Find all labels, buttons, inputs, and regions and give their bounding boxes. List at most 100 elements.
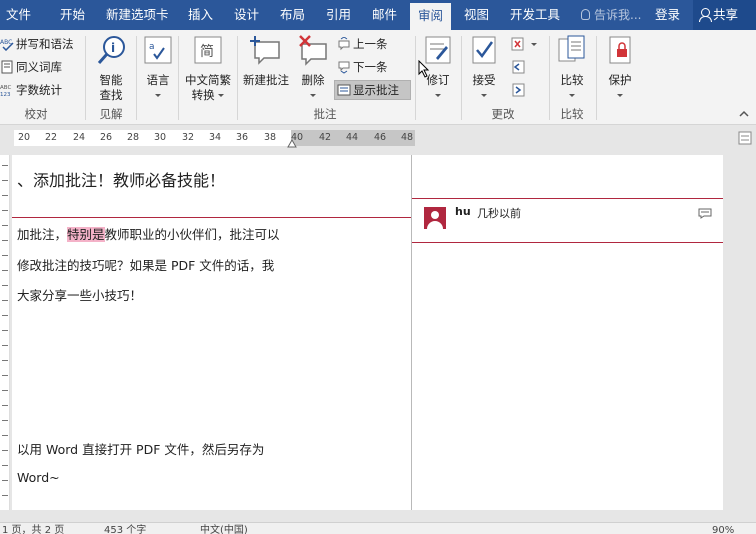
chinese-conversion-label-2: 转换 [191,88,215,102]
login-button[interactable]: 登录 [655,0,680,30]
ruler-number: 30 [153,132,167,143]
thesaurus-button[interactable]: 同义词库 [0,57,62,77]
ruler-number: 42 [318,132,332,143]
delete-comment-icon [299,35,327,66]
group-label-proofing: 校对 [24,107,48,121]
ruler-number: 48 [400,132,414,143]
ruler-number: 20 [17,132,31,143]
group-divider [85,36,86,120]
tab-home[interactable]: 开始 [60,0,85,30]
document-paragraph: 大家分享一些小技巧！ [17,288,143,303]
spelling-grammar-button[interactable]: ABC 拼写和语法 [0,34,74,54]
ruler-number: 44 [345,132,359,143]
ruler-number: 28 [126,132,140,143]
chevron-down-icon [481,94,487,97]
chevron-down-icon[interactable] [531,43,537,46]
chinese-conversion-button[interactable]: 简 中文简繁 转换 [181,34,235,103]
ribbon-review: ABC 拼写和语法 同义词库 ABC 123 字数统计 校对 i 智能 查找 见解 a… [0,30,756,125]
person-icon [699,8,712,22]
tab-layout[interactable]: 布局 [280,0,305,30]
smart-lookup-label-2: 查找 [99,88,123,102]
chevron-down-icon [617,94,623,97]
svg-text:简: 简 [200,43,214,60]
svg-text:ABC: ABC [0,85,11,91]
page-count[interactable]: 1 页，共 2 页 [2,523,64,534]
svg-text:123: 123 [0,92,11,97]
tab-review[interactable]: 审阅 [410,3,452,30]
spell-check-icon: ABC [0,39,14,51]
ruler-toggle-icon[interactable] [738,131,752,145]
spelling-label: 拼写和语法 [16,37,74,51]
book-icon [1,60,13,74]
tab-references[interactable]: 引用 [326,0,351,30]
show-comments-button[interactable]: 显示批注 [337,80,399,100]
previous-comment-button[interactable]: 上一条 [337,34,388,54]
comment-card[interactable]: hu 几秒以前 [412,198,723,243]
group-label-insights: 见解 [99,107,123,121]
ruler-number: 34 [208,132,222,143]
horizontal-ruler[interactable]: 20 22 24 26 28 30 32 34 36 38 40 42 44 4… [0,126,756,152]
tab-insert[interactable]: 插入 [188,0,213,30]
group-label-compare: 比较 [560,107,584,121]
ruler-number: 46 [373,132,387,143]
accept-change-icon [472,36,496,64]
word-count-icon: ABC123 [0,85,11,97]
previous-label: 上一条 [353,37,388,51]
tab-design[interactable]: 设计 [234,0,259,30]
new-comment-button[interactable]: 新建批注 [240,34,292,88]
reject-change-icon[interactable] [510,36,526,52]
document-heading: 、添加批注！教师必备技能！ [17,171,226,190]
comment-author: hu [455,205,471,218]
comment-anchor-line [12,217,412,218]
tab-new-tab[interactable]: 新建选项卡 [106,0,169,30]
previous-change-icon[interactable] [510,59,526,75]
compare-icon [558,35,585,62]
group-divider [237,36,238,120]
reply-icon[interactable] [698,208,712,219]
document-paragraph: 以用 Word 直接打开 PDF 文件，然后另存为 [17,442,265,457]
chinese-conversion-icon: 简 [194,36,222,64]
ruler-number: 22 [44,132,58,143]
next-label: 下一条 [353,60,388,74]
protect-label: 保护 [608,73,632,87]
text-run: 教师职业的小伙伴们，批注可以 [104,227,280,242]
zoom-level[interactable]: 90% [712,523,734,534]
delete-comment-button[interactable]: 删除 [296,34,330,103]
group-divider [596,36,597,120]
indent-marker-icon[interactable] [287,139,297,148]
chevron-down-icon [435,94,441,97]
status-bar: 1 页，共 2 页 453 个字 中文(中国) 90% [0,522,756,534]
document-page[interactable]: 、添加批注！教师必备技能！ 加批注，特别是教师职业的小伙伴们，批注可以 修改批注… [12,155,723,510]
language-label: 语言 [146,73,170,87]
tab-view[interactable]: 视图 [464,0,489,30]
tab-file[interactable]: 文件 [6,0,31,30]
group-label-changes: 更改 [491,107,515,121]
group-divider [415,36,416,120]
accept-button[interactable]: 接受 [466,34,502,103]
vertical-ruler[interactable] [0,155,10,510]
new-comment-label: 新建批注 [243,73,289,87]
text-run: 加批注， [17,227,68,242]
next-change-icon[interactable] [510,82,526,98]
smart-lookup-label-1: 智能 [99,73,123,87]
compare-button[interactable]: 比较 [554,34,590,103]
chevron-down-icon [218,94,225,97]
word-count-label: 字数统计 [16,83,62,97]
tell-me-box[interactable]: 告诉我... [581,0,641,30]
word-count[interactable]: 453 个字 [104,523,146,534]
chevron-down-icon [310,94,316,97]
commented-text-highlight[interactable]: 特别是 [67,227,105,242]
language-button[interactable]: a 语言 [140,34,176,103]
smart-lookup-button[interactable]: i 智能 查找 [92,34,130,103]
word-count-button[interactable]: ABC 123 字数统计 [0,80,62,100]
group-divider [461,36,462,120]
thesaurus-label: 同义词库 [16,60,62,74]
ruler-number: 38 [263,132,277,143]
collapse-ribbon-icon[interactable] [738,110,750,118]
tab-developer[interactable]: 开发工具 [510,0,560,30]
next-comment-button[interactable]: 下一条 [337,57,388,77]
language-status[interactable]: 中文(中国) [200,523,248,534]
share-button[interactable]: 共享 [693,0,756,30]
protect-button[interactable]: 保护 [602,34,638,103]
tab-mailings[interactable]: 邮件 [372,0,397,30]
